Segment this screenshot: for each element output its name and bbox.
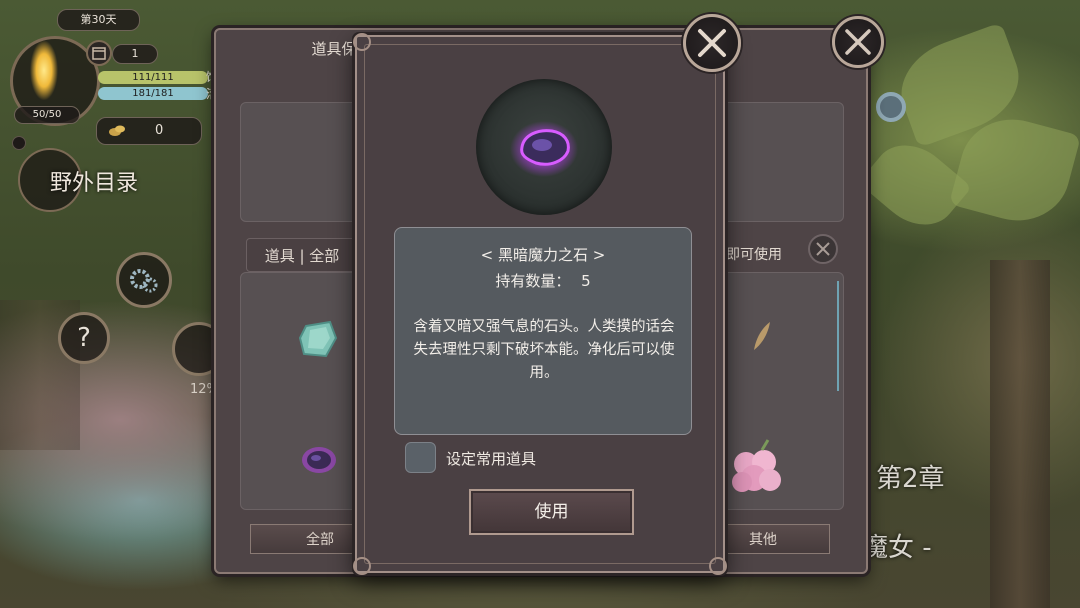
filter-label[interactable]: 道具 | 全部 xyxy=(246,238,358,272)
use-button[interactable]: 使用 xyxy=(469,489,634,535)
item-count-value: 5 xyxy=(581,272,591,290)
item-count-row: 持有数量： 5 xyxy=(395,270,691,291)
vault-close-button[interactable] xyxy=(832,16,884,68)
status-dot xyxy=(12,136,26,150)
close-icon xyxy=(698,29,726,57)
flame-icon xyxy=(22,22,66,100)
corner-ornament xyxy=(353,557,371,575)
foliage xyxy=(858,129,972,241)
target-marker-icon xyxy=(876,92,906,122)
flame-value: 50/50 xyxy=(14,106,80,124)
corner-ornament xyxy=(709,557,727,575)
item-detail-dialog: < 黑暗魔力之石 > 持有数量： 5 含着又暗又强气息的石头。人类摸的话会失去理… xyxy=(353,33,727,575)
calendar-value: 1 xyxy=(112,44,158,64)
crystal-icon xyxy=(298,320,338,358)
list-item[interactable] xyxy=(296,438,342,486)
field-directory-link[interactable]: 野外目录 xyxy=(50,165,138,197)
list-item[interactable] xyxy=(724,434,790,508)
favorite-label[interactable]: 设定常用道具 xyxy=(446,448,536,469)
dark-magic-stone-icon xyxy=(510,121,578,177)
gold-icon xyxy=(106,120,128,142)
berry-cluster-icon xyxy=(732,439,781,492)
gear-icon xyxy=(130,269,158,293)
corner-ornament xyxy=(353,33,371,51)
day-counter: 第30天 xyxy=(57,9,140,31)
item-description-box: < 黑暗魔力之石 > 持有数量： 5 含着又暗又强气息的石头。人类摸的话会失去理… xyxy=(394,227,692,435)
close-icon xyxy=(845,29,871,55)
tree-trunk xyxy=(990,260,1050,608)
hint-close-button[interactable] xyxy=(808,234,838,264)
feather-icon xyxy=(754,322,770,350)
close-icon xyxy=(816,242,830,256)
list-item[interactable] xyxy=(296,318,342,366)
scrollbar[interactable] xyxy=(837,281,839,391)
gold-value: 0 xyxy=(155,123,164,138)
hp-bar: 111/111 xyxy=(98,71,208,84)
list-item[interactable] xyxy=(746,320,776,358)
gear-button[interactable] xyxy=(116,252,172,308)
chapter-label: 第2章 xyxy=(876,464,945,494)
question-icon: ? xyxy=(77,323,91,353)
mp-bar: 181/181 xyxy=(98,87,208,100)
item-preview xyxy=(476,79,612,215)
calendar-icon xyxy=(86,40,112,66)
dark-magic-stone-icon xyxy=(302,447,336,473)
dialog-close-button[interactable] xyxy=(683,14,741,72)
help-button[interactable]: ? xyxy=(58,312,110,364)
item-count-label: 持有数量： xyxy=(495,272,571,290)
item-name: < 黑暗魔力之石 > xyxy=(480,246,606,264)
favorite-checkbox[interactable] xyxy=(405,442,436,473)
item-description: 含着又暗又强气息的石头。人类摸的话会失去理性只剩下破坏本能。净化后可以使用。 xyxy=(413,319,675,381)
